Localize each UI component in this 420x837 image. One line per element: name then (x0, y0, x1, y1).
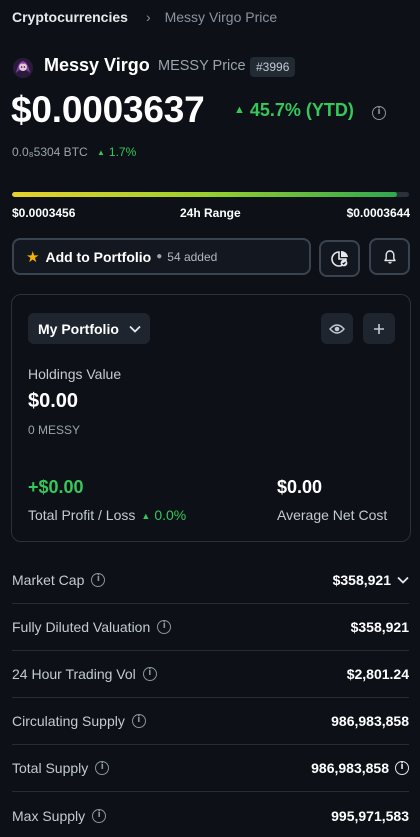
price-value: $0.0003637 (11, 89, 205, 130)
breadcrumb-parent-link[interactable]: Cryptocurrencies (12, 9, 128, 25)
btc-change-value: 1.7% (108, 145, 137, 159)
info-icon[interactable]: i (91, 573, 106, 587)
range-label: 24h Range (180, 206, 241, 220)
range-high: $0.0003644 (346, 206, 410, 220)
plus-icon (374, 323, 384, 334)
btc-change: ▲ 1.7% (97, 145, 136, 159)
info-icon[interactable]: i (95, 761, 110, 775)
range-low: $0.0003456 (12, 206, 76, 220)
stat-value: 986,983,858 (331, 713, 409, 729)
breadcrumb-current: Messy Virgo Price (164, 9, 278, 25)
info-icon[interactable]: i (142, 667, 157, 681)
triangle-up-icon: ▲ (234, 104, 245, 116)
profit-loss-value: +$0.00 (28, 477, 84, 497)
stat-label: Fully Diluted Valuation (12, 619, 151, 635)
add-to-portfolio-button[interactable]: ★ Add to Portfolio ● 54 added (12, 238, 311, 275)
stat-value: $358,921 (332, 572, 391, 588)
range-bar-fill (12, 192, 398, 197)
holdings-amount: 0 MESSY (28, 423, 81, 437)
info-icon[interactable]: i (395, 761, 409, 775)
add-to-portfolio-label: Add to Portfolio (45, 248, 152, 265)
info-icon[interactable]: i (131, 714, 146, 728)
info-icon[interactable]: i (372, 106, 386, 120)
stat-value: 995,971,583 (331, 807, 409, 824)
star-icon: ★ (26, 248, 40, 266)
price-change: ▲ 45.7% (YTD) (234, 100, 354, 121)
stat-value: $2,801.24 (346, 666, 409, 682)
coin-logo-icon (13, 58, 33, 78)
chevron-down-icon (129, 325, 141, 333)
bell-icon (383, 249, 396, 264)
portfolio-selector-label: My Portfolio (38, 320, 119, 337)
stat-row-fdv: Fully Diluted Valuation i $358,921 (12, 604, 409, 651)
stat-label: Max Supply (12, 807, 86, 824)
info-icon[interactable]: i (157, 620, 172, 634)
btc-price: 0.0₈5304 BTC (12, 145, 88, 159)
triangle-up-icon: ▲ (97, 148, 105, 157)
triangle-up-icon: ▲ (141, 511, 151, 521)
eye-icon (329, 323, 345, 334)
stat-row-trading-volume: 24 Hour Trading Vol i $2,801.24 (12, 651, 409, 698)
add-holding-button[interactable] (363, 313, 395, 344)
holdings-value: $0.00 (28, 390, 79, 412)
added-count: 54 added (167, 249, 218, 264)
holdings-label: Holdings Value (28, 366, 122, 382)
separator-dot: ● (156, 251, 163, 262)
price-change-value: 45.7% (YTD) (249, 100, 354, 120)
chevron-down-icon[interactable] (397, 576, 409, 584)
chevron-right-icon: › (145, 9, 151, 25)
stat-value: 986,983,858 (311, 760, 389, 776)
rank-badge: #3996 (250, 57, 296, 77)
range-bar (12, 192, 409, 197)
stat-row-total-supply: Total Supply i 986,983,858 i (12, 745, 409, 792)
coin-name: Messy Virgo (44, 55, 150, 75)
portfolio-pie-button[interactable] (319, 240, 360, 277)
price-alert-button[interactable] (369, 238, 410, 275)
average-cost-value: $0.00 (277, 477, 323, 497)
profit-loss-row: Total Profit / Loss ▲ 0.0% (28, 507, 186, 523)
stat-label: Circulating Supply (12, 713, 125, 729)
profit-loss-percent: 0.0% (154, 507, 187, 523)
stat-row-circulating-supply: Circulating Supply i 986,983,858 (12, 698, 409, 745)
stat-label: 24 Hour Trading Vol (12, 666, 136, 682)
pie-chart-icon (330, 250, 348, 267)
average-cost-label: Average Net Cost (277, 507, 388, 523)
stat-label: Market Cap (12, 572, 85, 588)
stat-value: $358,921 (350, 619, 409, 635)
breadcrumb: Cryptocurrencies › Messy Virgo Price (12, 9, 277, 25)
toggle-visibility-button[interactable] (321, 313, 353, 344)
info-icon[interactable]: i (92, 808, 107, 823)
stat-label: Total Supply (12, 760, 89, 776)
stat-row-market-cap: Market Cap i $358,921 (12, 557, 409, 604)
profit-loss-label: Total Profit / Loss (28, 507, 136, 523)
portfolio-selector[interactable]: My Portfolio (28, 313, 150, 344)
coin-symbol-label: MESSY Price (158, 58, 246, 74)
stat-row-max-supply: Max Supply i 995,971,583 (12, 792, 409, 837)
